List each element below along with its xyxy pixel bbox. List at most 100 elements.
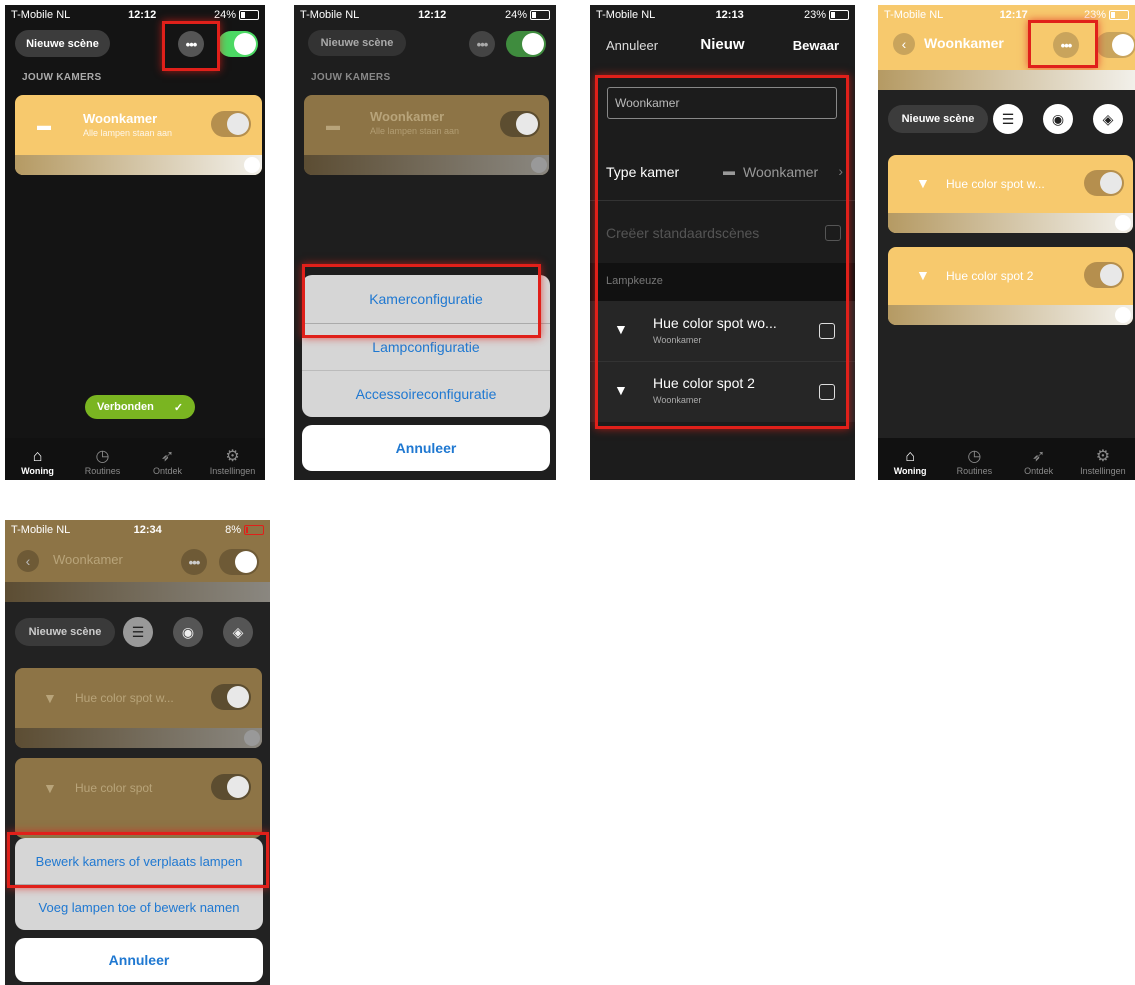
home-icon: ⌂ [32, 448, 43, 465]
tab-settings[interactable]: ⚙ Instellingen [200, 438, 265, 480]
default-scenes-row[interactable]: Creëer standaardscènes [590, 205, 855, 260]
slider-knob[interactable] [244, 157, 260, 173]
back-button[interactable]: ‹ [17, 550, 39, 572]
sofa-icon: ▬ [723, 164, 735, 178]
color-picker-icon[interactable]: ◈ [223, 617, 253, 647]
checkbox[interactable] [819, 384, 835, 400]
palette-icon[interactable]: ◉ [1043, 104, 1073, 134]
battery-icon [530, 10, 550, 20]
more-options-button[interactable]: ••• [469, 31, 495, 57]
new-scene-button[interactable]: Nieuwe scène [308, 30, 406, 56]
checkbox[interactable] [825, 225, 841, 241]
carrier-label: T-Mobile NL [11, 9, 71, 21]
back-button[interactable]: ‹ [893, 33, 915, 55]
room-configuration-item[interactable]: Kamerconfiguratie [302, 275, 550, 324]
brightness-slider[interactable] [15, 728, 262, 748]
brightness-slider[interactable] [878, 70, 1135, 90]
lamp-card[interactable]: ▼ Hue color spot w... [15, 668, 262, 748]
slider-knob[interactable] [1115, 307, 1131, 323]
sofa-icon: ▬ [326, 117, 340, 133]
room-name: Woonkamer [83, 111, 158, 126]
tab-settings[interactable]: ⚙ Instellingen [1071, 438, 1135, 480]
all-lights-toggle[interactable] [218, 31, 258, 57]
new-scene-button[interactable]: Nieuwe scène [15, 618, 115, 646]
carrier-label: T-Mobile NL [300, 9, 360, 21]
lamp-toggle[interactable] [211, 684, 251, 710]
accessory-configuration-item[interactable]: Accessoireconfiguratie [302, 370, 550, 417]
cancel-button[interactable]: Annuleer [15, 938, 263, 982]
slider-knob[interactable] [1115, 215, 1131, 231]
brightness-slider[interactable] [888, 213, 1133, 233]
rocket-icon: ➶ [1031, 448, 1046, 465]
palette-icon[interactable]: ◉ [173, 617, 203, 647]
add-lamps-item[interactable]: Voeg lampen toe of bewerk namen [15, 884, 263, 930]
screen-configure-menu: T-Mobile NL 12:12 24% Nieuwe scène ••• J… [294, 5, 556, 480]
more-options-button[interactable]: ••• [181, 549, 207, 575]
lamp-row[interactable]: ▼ Hue color spot wo... Woonkamer [590, 301, 855, 362]
room-card[interactable]: ▬ Woonkamer Alle lampen staan aan [15, 95, 262, 175]
lamp-name: Hue color spot w... [946, 177, 1045, 191]
tab-explore[interactable]: ➶ Ontdek [135, 438, 200, 480]
lamp-icon: ▼ [614, 382, 628, 398]
new-scene-button[interactable]: Nieuwe scène [888, 105, 988, 133]
action-sheet: Bewerk kamers of verplaats lampen Voeg l… [15, 838, 263, 930]
room-status: Alle lampen staan aan [370, 126, 460, 136]
lamp-toggle[interactable] [1084, 170, 1124, 196]
lamp-icon: ▼ [43, 690, 57, 706]
status-bar: T-Mobile NL 12:12 24% [5, 5, 265, 25]
lamp-toggle[interactable] [211, 774, 251, 800]
brightness-slider[interactable] [5, 582, 270, 602]
more-options-button[interactable]: ••• [178, 31, 204, 57]
list-icon[interactable]: ☰ [993, 104, 1023, 134]
lamp-card[interactable]: ▼ Hue color spot [15, 758, 262, 838]
edit-rooms-item[interactable]: Bewerk kamers of verplaats lampen [15, 838, 263, 885]
screen-room-detail: T-Mobile NL 12:17 23% ‹ Woonkamer ••• Ni… [878, 5, 1135, 480]
room-toggle[interactable] [211, 111, 251, 137]
clock: 12:17 [999, 9, 1028, 21]
lamp-card[interactable]: ▼ Hue color spot 2 [888, 247, 1133, 325]
cancel-button[interactable]: Annuleer [302, 425, 550, 471]
clock-icon: ◷ [967, 448, 982, 465]
all-lights-toggle[interactable] [506, 31, 546, 57]
list-icon[interactable]: ☰ [123, 617, 153, 647]
brightness-slider[interactable] [304, 155, 549, 175]
room-toggle[interactable] [219, 549, 259, 575]
battery-label: 23% [803, 9, 826, 21]
battery-label: 24% [504, 9, 527, 21]
lamp-icon: ▼ [916, 267, 930, 283]
tab-routines[interactable]: ◷ Routines [942, 438, 1006, 480]
tab-bar: ⌂ Woning ◷ Routines ➶ Ontdek ⚙ Instellingen [5, 438, 265, 480]
room-card[interactable]: ▬ Woonkamer Alle lampen staan aan [304, 95, 549, 175]
room-name-field[interactable]: Woonkamer [607, 87, 837, 119]
lamp-row[interactable]: ▼ Hue color spot 2 Woonkamer [590, 362, 855, 422]
more-options-button[interactable]: ••• [1053, 32, 1079, 58]
new-scene-button[interactable]: Nieuwe scène [15, 30, 110, 57]
slider-knob[interactable] [244, 730, 260, 746]
lamp-configuration-item[interactable]: Lampconfiguratie [302, 323, 550, 371]
connected-label: Verbonden [96, 401, 154, 413]
room-type-row[interactable]: Type kamer ▬ Woonkamer › [590, 145, 855, 201]
room-toggle[interactable] [500, 111, 540, 137]
save-link[interactable]: Bewaar [793, 38, 839, 53]
screen-room-edit-menu: T-Mobile NL 12:34 8% ‹ Woonkamer ••• Nie… [5, 520, 270, 985]
brightness-slider[interactable] [888, 305, 1133, 325]
battery-icon [1109, 10, 1129, 20]
tab-home[interactable]: ⌂ Woning [5, 438, 70, 480]
color-picker-icon[interactable]: ◈ [1093, 104, 1123, 134]
slider-knob[interactable] [531, 157, 547, 173]
battery-label: 23% [1083, 9, 1106, 21]
battery-icon [244, 525, 264, 535]
battery-label: 8% [225, 524, 241, 536]
lamp-card[interactable]: ▼ Hue color spot w... [888, 155, 1133, 233]
lamp-icon: ▼ [614, 321, 628, 337]
tab-home[interactable]: ⌂ Woning [878, 438, 942, 480]
clock: 12:12 [128, 9, 157, 21]
tab-routines[interactable]: ◷ Routines [70, 438, 135, 480]
lamp-toggle[interactable] [1084, 262, 1124, 288]
battery-label: 24% [213, 9, 236, 21]
brightness-slider[interactable] [15, 155, 262, 175]
screen-home: T-Mobile NL 12:12 24% Nieuwe scène ••• J… [5, 5, 265, 480]
tab-explore[interactable]: ➶ Ontdek [1007, 438, 1071, 480]
checkbox[interactable] [819, 323, 835, 339]
room-toggle[interactable] [1096, 32, 1135, 58]
